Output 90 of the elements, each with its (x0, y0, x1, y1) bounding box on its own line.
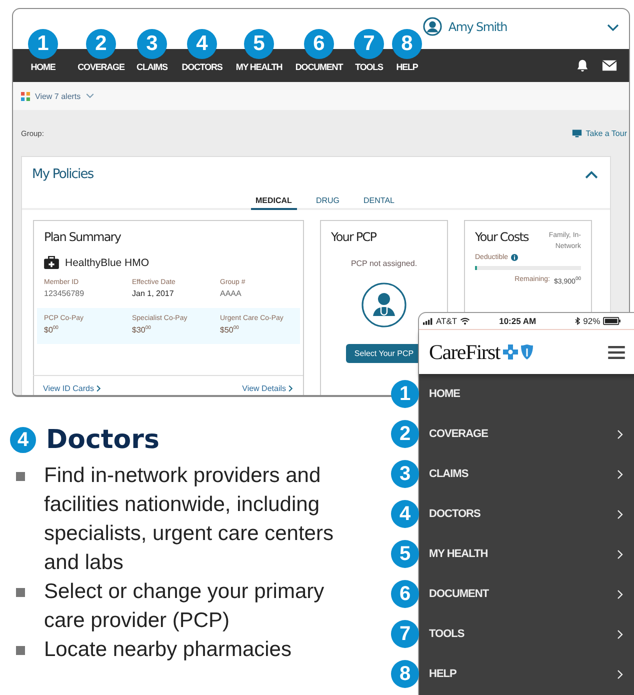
envelope-icon[interactable] (602, 59, 617, 72)
number-badge: 2 (86, 28, 116, 58)
copay-amount: $30$^{00}$ (132, 325, 152, 335)
nav-link[interactable]: HELP (396, 62, 418, 72)
chevron-up-icon[interactable] (585, 170, 598, 179)
user-name[interactable]: Amy Smith (448, 20, 507, 34)
battery-percent: 92% (583, 316, 600, 326)
chevron-down-icon[interactable] (86, 93, 94, 99)
number-badge: 4 (391, 500, 419, 528)
chevron-right-icon (617, 668, 623, 680)
doctor-avatar-icon (361, 282, 407, 328)
number-badge: 6 (304, 28, 334, 58)
callout-title: Doctors (46, 425, 160, 455)
battery-icon (603, 317, 622, 325)
card-link[interactable]: View Details (242, 384, 286, 393)
chevron-right-icon[interactable] (96, 384, 101, 392)
carefirst-logo: CareFirst (429, 340, 500, 364)
bullet-icon (16, 588, 25, 597)
nav-link[interactable]: DOCTORS (182, 62, 222, 72)
menu-item[interactable]: HOME (419, 374, 634, 414)
menu-item[interactable]: MY HEALTH (419, 534, 634, 574)
number-badge: 3 (137, 28, 167, 58)
chevron-right-icon (617, 628, 623, 640)
nav-link[interactable]: COVERAGE (78, 62, 124, 72)
number-badge: 7 (391, 620, 419, 648)
nav-link[interactable]: MY HEALTH (236, 62, 282, 72)
menu-item[interactable]: CLAIMS (419, 454, 634, 494)
chevron-right-icon (617, 508, 623, 520)
bullet-text: Select or change your primary care provider (PCP) (44, 579, 326, 634)
card-link[interactable]: View ID Cards (43, 384, 94, 393)
number-badge: 8 (392, 28, 422, 58)
menu-item[interactable]: TOOLS (419, 614, 634, 654)
field-value: AAAA (220, 289, 242, 298)
menu-icon[interactable] (608, 346, 625, 358)
bullet-icon (16, 472, 25, 481)
section-title: My Policies (32, 167, 94, 182)
copay-amount: $50$^{00}$ (220, 325, 240, 335)
bullet-text: Locate nearby pharmacies (44, 637, 292, 663)
field-value: 123456789 (44, 289, 86, 298)
chevron-right-icon[interactable] (288, 384, 293, 392)
chevron-right-icon (617, 588, 623, 600)
take-a-tour-link[interactable]: Take a Tour (586, 128, 627, 138)
clock-time: 10:25 AM (499, 316, 536, 326)
number-badge: 5 (391, 540, 419, 568)
menu-item[interactable]: DOCUMENT (419, 574, 634, 614)
chevron-right-icon (617, 468, 623, 480)
number-badge: 4 (187, 28, 217, 58)
policy-tab[interactable]: DRUG (310, 194, 345, 210)
info-icon[interactable] (511, 254, 518, 261)
policy-tab[interactable]: DENTAL (358, 194, 400, 210)
number-badge: 3 (391, 460, 419, 488)
menu-item[interactable]: DOCTORS (419, 494, 634, 534)
number-badge: 4 (8, 425, 38, 455)
chevron-down-icon[interactable] (607, 24, 619, 32)
nav-link[interactable]: CLAIMS (136, 62, 168, 72)
cross-and-shield-logo-icon (502, 344, 535, 360)
medical-briefcase-icon (44, 256, 59, 269)
number-badge: 8 (391, 660, 419, 688)
monitor-icon (572, 128, 582, 138)
card-title: Plan Summary (44, 230, 122, 244)
chevron-right-icon (617, 548, 623, 560)
plan-name: HealthyBlue HMO (65, 256, 150, 268)
number-badge: 1 (391, 380, 419, 408)
alerts-grid-icon (21, 92, 30, 100)
copay-amount: $0$^{00}$ (44, 325, 60, 335)
wifi-icon (460, 317, 470, 325)
bullet-icon (16, 646, 25, 655)
nav-link[interactable]: DOCUMENT (295, 62, 343, 72)
nav-link[interactable]: HOME (30, 62, 56, 72)
alerts-link[interactable]: View 7 alerts (35, 92, 81, 100)
bullet-text: Find in-network providers and facilities nationwide, including specialists, urgent care centers and labs (44, 463, 334, 576)
user-avatar-icon (423, 17, 442, 36)
number-badge: 1 (28, 28, 58, 58)
carrier-name: AT&T (436, 316, 458, 326)
number-badge: 5 (244, 28, 274, 58)
chevron-right-icon (617, 428, 623, 440)
card-title: Your PCP (331, 230, 376, 244)
number-badge: 7 (354, 28, 384, 58)
nav-link[interactable]: TOOLS (355, 62, 383, 72)
signal-icon (423, 318, 433, 324)
bell-icon[interactable] (575, 59, 590, 72)
bluetooth-icon (575, 317, 580, 325)
field-value: Jan 1, 2017 (132, 289, 175, 298)
number-badge: 6 (391, 580, 419, 608)
policy-tab[interactable]: MEDICAL (250, 194, 297, 210)
card-title: Your Costs (475, 230, 528, 244)
menu-item[interactable]: COVERAGE (419, 414, 634, 454)
menu-item[interactable]: HELP (419, 654, 634, 694)
pcp-status: PCP not assigned. (350, 259, 418, 268)
number-badge: 2 (391, 420, 419, 448)
